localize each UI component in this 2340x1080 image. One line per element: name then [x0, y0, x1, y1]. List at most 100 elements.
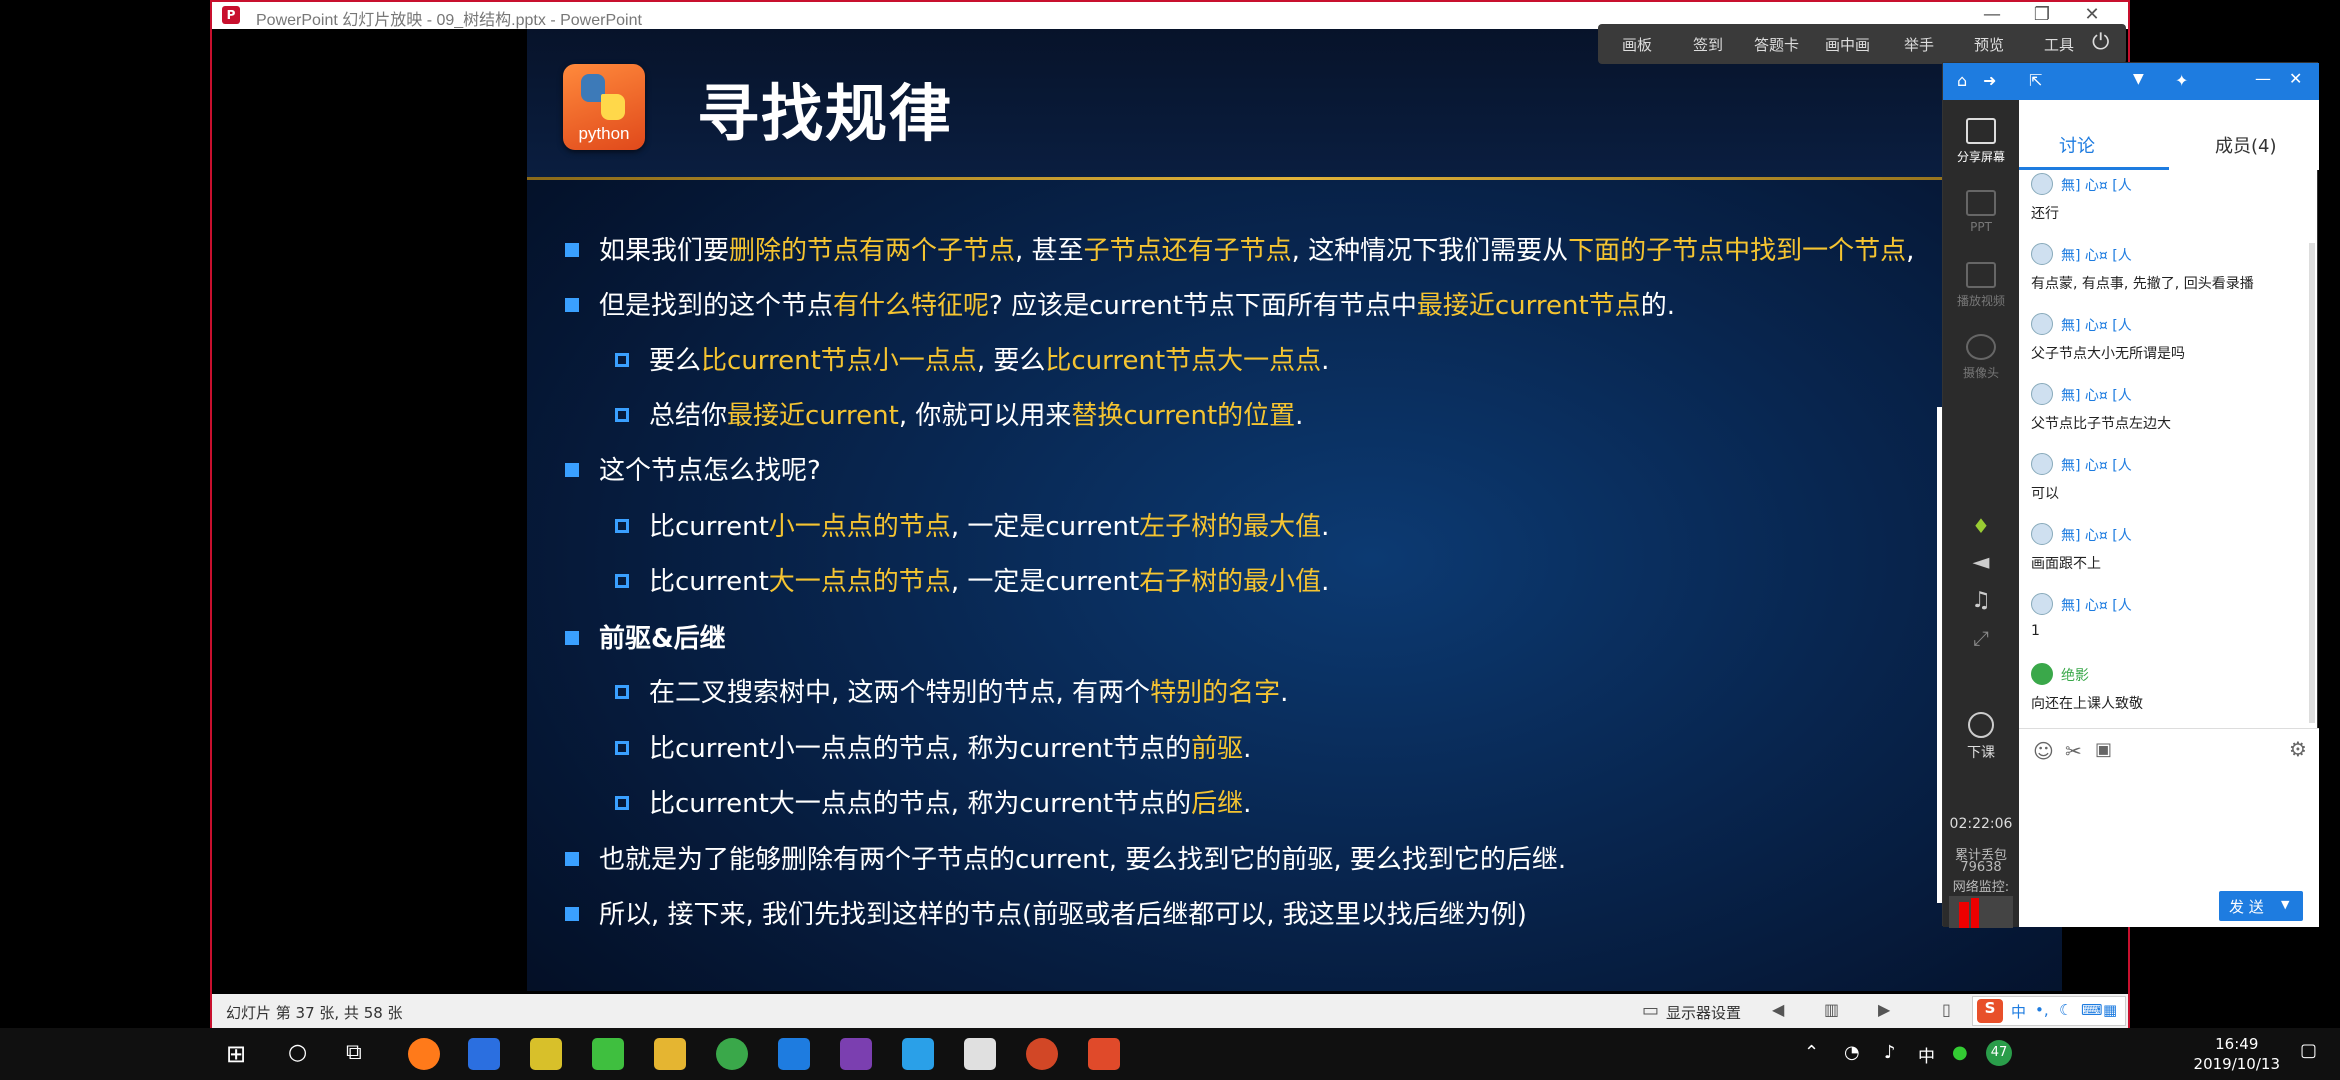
- music-icon[interactable]: ♫: [1943, 588, 2019, 613]
- mic-icon[interactable]: ♦: [1943, 514, 2019, 538]
- bullet-text: 前驱&后继: [599, 624, 726, 654]
- play-video-button[interactable]: 播放视频: [1943, 262, 2019, 309]
- toolbar-answer-card[interactable]: 答题卡: [1754, 34, 1799, 55]
- next-slide-icon[interactable]: ▶: [1878, 1000, 1890, 1019]
- power-icon[interactable]: ⏻: [2092, 30, 2109, 55]
- tab-members[interactable]: 成员(4): [2215, 132, 2277, 158]
- toolbar-tools[interactable]: 工具: [2044, 34, 2074, 55]
- end-class-icon: [1968, 712, 1994, 738]
- ime-menu-icon[interactable]: ▦: [2103, 1001, 2117, 1019]
- settings-icon[interactable]: ⚙: [2289, 737, 2307, 761]
- notification-badge[interactable]: 47: [1986, 1040, 2012, 1066]
- share-screen-button[interactable]: 分享屏幕: [1943, 118, 2019, 165]
- onenote-icon[interactable]: [840, 1038, 872, 1070]
- minimize-button[interactable]: —: [1972, 4, 2012, 26]
- avatar: [2031, 453, 2053, 475]
- todo-icon[interactable]: [468, 1038, 500, 1070]
- moon-icon[interactable]: ☾: [2059, 1001, 2072, 1019]
- home-icon[interactable]: ⌂: [1957, 71, 1967, 90]
- camera-button[interactable]: 摄像头: [1943, 334, 2019, 381]
- bullet-text: , 你就可以用来: [898, 401, 1072, 431]
- toolbar-pip[interactable]: 画中画: [1825, 34, 1870, 55]
- message-input-area[interactable]: ☺ ✂ ▣ ⚙ 发 送 ▼: [2019, 728, 2319, 927]
- ime-indicator[interactable]: 中: [1918, 1042, 1935, 1067]
- bullet-item: 前驱&后继: [565, 618, 726, 655]
- image-icon[interactable]: ▣: [2095, 739, 2112, 760]
- tray-chevron-up-icon[interactable]: ⌃: [1804, 1042, 1819, 1063]
- close-button[interactable]: ✕: [2072, 4, 2112, 26]
- panel-minimize-button[interactable]: —: [2255, 69, 2271, 88]
- highlight-text: 有什么特征呢: [833, 291, 990, 321]
- bullet-marker: [565, 463, 579, 477]
- speaker-icon[interactable]: ◄: [1943, 550, 2019, 575]
- slide-sorter-icon[interactable]: ▥: [1824, 1000, 1839, 1019]
- share-icon[interactable]: ➜: [1983, 71, 1996, 90]
- notes-app-icon[interactable]: [530, 1038, 562, 1070]
- bullet-item: 但是找到的这个节点有什么特征呢? 应该是current节点下面所有节点中最接近c…: [565, 285, 1675, 322]
- camtasia-icon[interactable]: [592, 1038, 624, 1070]
- wifi-icon[interactable]: ◔: [1844, 1042, 1860, 1063]
- message-text: 还行: [2031, 206, 2059, 222]
- wechat-tray-icon[interactable]: ●: [1952, 1042, 1968, 1063]
- bullet-item: 如果我们要删除的节点有两个子节点, 甚至子节点还有子节点, 这种情况下我们需要从…: [565, 230, 1914, 267]
- normal-view-icon[interactable]: ▯: [1942, 1000, 1951, 1019]
- bullet-marker: [615, 408, 629, 422]
- recorder-icon[interactable]: [1088, 1038, 1120, 1070]
- powerpoint-window: P PowerPoint 幻灯片放映 - 09_树结构.pptx - Power…: [210, 0, 2319, 1028]
- sogou-logo-icon[interactable]: S: [1977, 999, 2003, 1023]
- action-center-icon[interactable]: ▢: [2300, 1040, 2317, 1061]
- status-bar: 幻灯片 第 37 张, 共 58 张 ▭ 显示器设置 ◀ ▥ ▶ ▯ S 中 •…: [212, 994, 2128, 1028]
- panel-close-button[interactable]: ✕: [2289, 69, 2302, 88]
- highlight-text: 左子树的最大值: [1139, 512, 1322, 542]
- export-icon[interactable]: ⇱: [2029, 71, 2042, 90]
- display-settings-button[interactable]: 显示器设置: [1666, 1002, 1741, 1023]
- scissors-icon[interactable]: ✂: [2065, 739, 2082, 763]
- message-text: 可以: [2031, 486, 2059, 502]
- bullet-text: 总结你: [649, 401, 728, 431]
- chrome-icon[interactable]: [716, 1038, 748, 1070]
- end-class-button[interactable]: 下课: [1943, 712, 2019, 762]
- pin-icon[interactable]: ✦: [2175, 71, 2188, 90]
- keyboard-icon[interactable]: ⌨: [2081, 1001, 2103, 1019]
- message-text: 画面跟不上: [2031, 556, 2101, 572]
- bullet-text: 比current小一点点的节点, 称为current节点的: [649, 734, 1192, 764]
- ppt-button[interactable]: PPT: [1943, 190, 2019, 234]
- powerpoint-icon: P: [222, 6, 240, 24]
- file-explorer-icon[interactable]: [654, 1038, 686, 1070]
- vscode-icon[interactable]: [778, 1038, 810, 1070]
- send-button[interactable]: 发 送 ▼: [2219, 891, 2303, 921]
- message-text: 1: [2031, 623, 2040, 639]
- scrollbar[interactable]: [2309, 243, 2315, 723]
- monitor-icon: ▭: [1642, 1000, 1660, 1021]
- volume-icon[interactable]: ♪: [1884, 1042, 1896, 1063]
- ime-mode-label[interactable]: 中: [2011, 1001, 2026, 1022]
- send-options-icon[interactable]: ▼: [2281, 898, 2289, 911]
- classroom-app-icon[interactable]: [902, 1038, 934, 1070]
- bullet-text: , 甚至: [1015, 236, 1084, 266]
- toolbar-signin[interactable]: 签到: [1693, 34, 1723, 55]
- firefox-icon[interactable]: [408, 1038, 440, 1070]
- task-view-icon[interactable]: ⧉: [346, 1040, 362, 1065]
- bullet-marker: [565, 298, 579, 312]
- send-label: 发 送: [2229, 898, 2264, 916]
- search-icon[interactable]: ○: [288, 1040, 307, 1065]
- punctuation-icon[interactable]: •,: [2035, 1001, 2049, 1019]
- maximize-button[interactable]: ❐: [2022, 4, 2062, 26]
- bullet-text: 所以, 接下来, 我们先找到这样的节点(前驱或者后继都可以, 我这里以找后继为例…: [599, 900, 1527, 930]
- sender-name: 無] 心¤ [人: [2061, 528, 2132, 544]
- highlight-text: 子节点还有子节点: [1083, 236, 1292, 266]
- chevron-down-icon[interactable]: ▼: [2133, 71, 2144, 87]
- start-icon[interactable]: ⊞: [226, 1040, 246, 1068]
- toolbar-drawboard[interactable]: 画板: [1622, 34, 1652, 55]
- toolbar-raise-hand[interactable]: 举手: [1904, 34, 1934, 55]
- slide: python 寻找规律 如果我们要删除的节点有两个子节点, 甚至子节点还有子节点…: [527, 29, 2267, 991]
- powerpoint-taskbar-icon[interactable]: [1026, 1038, 1058, 1070]
- clock[interactable]: 16:49 2019/10/13: [2194, 1034, 2280, 1074]
- previous-slide-icon[interactable]: ◀: [1772, 1000, 1784, 1019]
- fullscreen-icon[interactable]: ⤢: [1943, 626, 2019, 650]
- emoji-icon[interactable]: ☺: [2033, 739, 2054, 763]
- classroom-toolbar: 画板 签到 答题卡 画中画 举手 预览 工具 ⏻: [1598, 24, 2126, 64]
- tab-discussion[interactable]: 讨论: [2059, 132, 2095, 158]
- typora-icon[interactable]: [964, 1038, 996, 1070]
- toolbar-preview[interactable]: 预览: [1974, 34, 2004, 55]
